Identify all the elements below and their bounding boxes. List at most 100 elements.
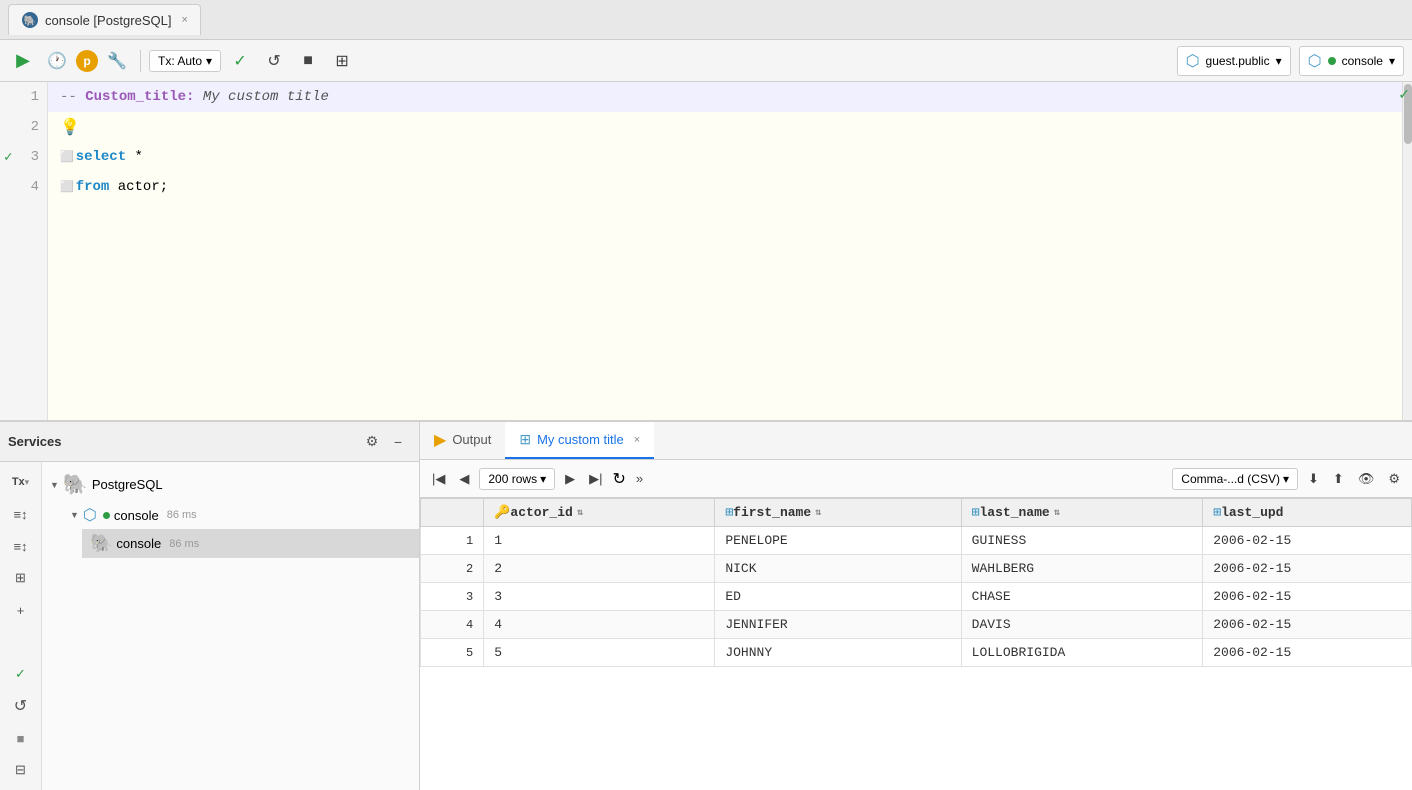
tab-close-icon[interactable]: × bbox=[634, 434, 640, 446]
tab-custom-title-label: My custom title bbox=[537, 432, 624, 447]
add-button[interactable]: + bbox=[5, 596, 37, 624]
th-last-upd-label: last_upd bbox=[1221, 505, 1283, 520]
table-row[interactable]: 5 5 JOHNNY LOLLOBRIGIDA 2006-02-15 bbox=[421, 639, 1412, 667]
line-numbers: 1 2 ✓ 3 4 bbox=[0, 82, 48, 420]
history-button[interactable]: 🕐 bbox=[42, 47, 72, 75]
table-row[interactable]: 1 1 PENELOPE GUINESS 2006-02-15 bbox=[421, 527, 1412, 555]
toolbar-right: ⬡ guest.public ▾ ⬡ console ▾ bbox=[1177, 46, 1404, 76]
th-actor-id[interactable]: 🔑 actor_id ⇅ bbox=[484, 499, 715, 527]
console-tree-label: console bbox=[114, 508, 159, 523]
prev-page-button[interactable]: ◀ bbox=[455, 469, 473, 489]
table-body: 1 1 PENELOPE GUINESS 2006-02-15 2 2 NICK… bbox=[421, 527, 1412, 667]
th-last-name-label: last_name bbox=[979, 505, 1049, 520]
table-row[interactable]: 2 2 NICK WAHLBERG 2006-02-15 bbox=[421, 555, 1412, 583]
table-row[interactable]: 3 3 ED CHASE 2006-02-15 bbox=[421, 583, 1412, 611]
tab-output-label: Output bbox=[452, 432, 491, 447]
schema-dropdown[interactable]: ⬡ guest.public ▾ bbox=[1177, 46, 1291, 76]
rows-label: 200 rows bbox=[488, 472, 537, 486]
stop-button[interactable]: ■ bbox=[293, 47, 323, 75]
table-head: 🔑 actor_id ⇅ ⊞ first_name ⇅ bbox=[421, 499, 1412, 527]
services-tree[interactable]: ▼ 🐘 PostgreSQL ▼ ⬡ console 86 ms bbox=[42, 462, 419, 790]
console-online-dot bbox=[103, 512, 110, 519]
row-4-num: 4 bbox=[421, 611, 484, 639]
bottom-panel: Services ⚙ − Tx ▾ ≡↕ ≡↕ ⊞ + ✓ ↺ bbox=[0, 422, 1412, 790]
refresh-button[interactable]: ↻ bbox=[612, 469, 625, 489]
first-name-sort-icon[interactable]: ⇅ bbox=[815, 507, 821, 519]
main-area: 1 2 ✓ 3 4 -- Custom_title: My custom tit… bbox=[0, 82, 1412, 790]
editor-scrollbar[interactable]: ✓ bbox=[1402, 82, 1412, 420]
code-content[interactable]: -- Custom_title: My custom title 💡 ⬜sele… bbox=[48, 82, 1402, 420]
layout-left-button[interactable]: ⊟ bbox=[5, 756, 37, 784]
commit-left-button[interactable]: ✓ bbox=[5, 660, 37, 688]
tab-custom-title[interactable]: ⊞ My custom title × bbox=[505, 422, 654, 459]
console-sub-label: console bbox=[116, 536, 161, 551]
title-bar: 🐘 console [PostgreSQL] × bbox=[0, 0, 1412, 40]
schema-icon: ⬡ bbox=[1186, 51, 1200, 71]
code-line-1: -- Custom_title: My custom title bbox=[48, 82, 1402, 112]
tx-left-label: Tx ▾ bbox=[5, 468, 37, 496]
tree-console-item[interactable]: 🐘 console 86 ms bbox=[82, 529, 419, 558]
row-2-last-name: WAHLBERG bbox=[961, 555, 1203, 583]
grid-button[interactable]: ⊞ bbox=[327, 47, 357, 75]
row-2-num: 2 bbox=[421, 555, 484, 583]
last-page-button[interactable]: ▶| bbox=[585, 469, 606, 489]
download-button[interactable]: ⬇ bbox=[1304, 469, 1323, 489]
last-name-sort-icon[interactable]: ⇅ bbox=[1054, 507, 1060, 519]
tx-label: Tx: Auto bbox=[158, 54, 202, 68]
first-page-button[interactable]: |◀ bbox=[428, 469, 449, 489]
actor-id-key-icon: 🔑 bbox=[494, 505, 510, 520]
tx-dropdown[interactable]: Tx: Auto ▾ bbox=[149, 50, 221, 72]
row-2-first-name: NICK bbox=[715, 555, 961, 583]
table-row[interactable]: 4 4 JENNIFER DAVIS 2006-02-15 bbox=[421, 611, 1412, 639]
settings-button[interactable]: 🔧 bbox=[102, 47, 132, 75]
stop-left-button[interactable]: ■ bbox=[5, 724, 37, 752]
th-rownum bbox=[421, 499, 484, 527]
commit-button[interactable]: ✓ bbox=[225, 47, 255, 75]
line-4-num: 4 bbox=[0, 172, 47, 202]
undo-button[interactable]: ↺ bbox=[259, 47, 289, 75]
tree-console-group[interactable]: ▼ ⬡ console 86 ms bbox=[62, 501, 419, 529]
new-connection-button[interactable]: ⊞ bbox=[5, 564, 37, 592]
rollback-left-button[interactable]: ↺ bbox=[5, 692, 37, 720]
th-last-name[interactable]: ⊞ last_name ⇅ bbox=[961, 499, 1203, 527]
console-dropdown[interactable]: ⬡ console ▾ bbox=[1299, 46, 1404, 76]
th-last-upd[interactable]: ⊞ last_upd bbox=[1203, 499, 1412, 527]
row-2-last-upd: 2006-02-15 bbox=[1203, 555, 1412, 583]
select-keyword: select bbox=[76, 149, 126, 165]
tree-postgresql[interactable]: ▼ 🐘 PostgreSQL bbox=[42, 468, 419, 501]
tab-output[interactable]: ▶ Output bbox=[420, 422, 505, 459]
rows-dropdown[interactable]: 200 rows ▾ bbox=[479, 468, 555, 490]
run-button[interactable]: ▶ bbox=[8, 47, 38, 75]
row-5-first-name: JOHNNY bbox=[715, 639, 961, 667]
actor-id-sort-icon[interactable]: ⇅ bbox=[577, 507, 583, 519]
services-content: Tx ▾ ≡↕ ≡↕ ⊞ + ✓ ↺ ■ ⊟ ▼ bbox=[0, 462, 419, 790]
services-left-bar: Tx ▾ ≡↕ ≡↕ ⊞ + ✓ ↺ ■ ⊟ bbox=[0, 462, 42, 790]
table-settings-button[interactable]: ⚙ bbox=[1384, 469, 1404, 489]
upload-button[interactable]: ⬆ bbox=[1329, 469, 1348, 489]
next-page-button[interactable]: ▶ bbox=[561, 469, 579, 489]
filter-button[interactable]: ≡↕ bbox=[5, 500, 37, 528]
more-button[interactable]: » bbox=[632, 469, 647, 488]
row-5-actor-id: 5 bbox=[484, 639, 715, 667]
main-tab[interactable]: 🐘 console [PostgreSQL] × bbox=[8, 4, 201, 35]
row-3-actor-id: 3 bbox=[484, 583, 715, 611]
services-minus-button[interactable]: − bbox=[385, 429, 411, 455]
console-grid-icon: ⬡ bbox=[1308, 51, 1322, 71]
results-toolbar-right: ⬇ ⬆ 👁 ⚙ bbox=[1304, 469, 1404, 489]
csv-dropdown[interactable]: Comma-...d (CSV) ▾ bbox=[1172, 468, 1298, 490]
row-4-actor-id: 4 bbox=[484, 611, 715, 639]
csv-label: Comma-...d (CSV) bbox=[1181, 472, 1280, 486]
data-table-wrap[interactable]: 🔑 actor_id ⇅ ⊞ first_name ⇅ bbox=[420, 498, 1412, 790]
th-first-name[interactable]: ⊞ first_name ⇅ bbox=[715, 499, 961, 527]
editor-check-icon: ✓ bbox=[1398, 86, 1410, 103]
code-line-2: 💡 bbox=[48, 112, 1402, 142]
postgresql-label: PostgreSQL bbox=[92, 477, 163, 492]
console-label: console bbox=[1342, 54, 1383, 68]
tab-close-button[interactable]: × bbox=[181, 14, 187, 26]
profile-button[interactable]: p bbox=[76, 50, 98, 72]
services-gear-button[interactable]: ⚙ bbox=[359, 429, 385, 455]
view-button[interactable]: 👁 bbox=[1354, 469, 1379, 489]
line-3-num: ✓ 3 bbox=[0, 142, 47, 172]
filter2-button[interactable]: ≡↕ bbox=[5, 532, 37, 560]
row-3-first-name: ED bbox=[715, 583, 961, 611]
